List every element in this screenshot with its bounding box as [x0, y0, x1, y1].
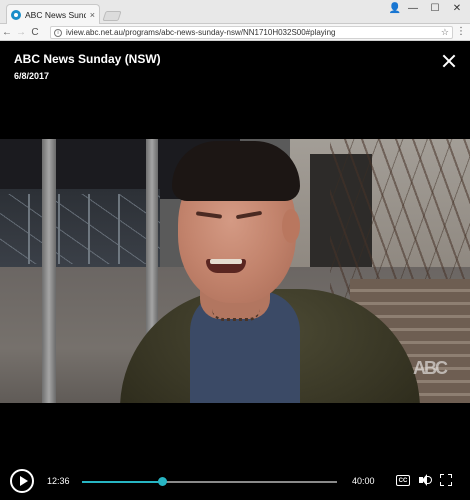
program-title: ABC News Sunday (NSW)	[14, 52, 161, 66]
minimize-window-button[interactable]: —	[402, 0, 424, 16]
current-time: 12:36	[47, 476, 70, 486]
program-date: 6/8/2017	[14, 71, 50, 81]
close-window-button[interactable]: ✕	[446, 0, 468, 16]
total-duration: 40:00	[352, 476, 375, 486]
back-arrow-icon[interactable]: ←	[0, 25, 14, 39]
video-frame[interactable]: ABC	[0, 139, 470, 403]
player-controls: 12:36 40:00 CC	[0, 459, 470, 500]
new-tab-button[interactable]	[102, 11, 122, 21]
progress-bar[interactable]	[82, 477, 337, 486]
video-scene	[0, 139, 470, 403]
close-player-icon[interactable]	[442, 54, 456, 68]
browser-tab[interactable]: ABC News Sunday (NSW ×	[6, 4, 100, 25]
abc-watermark-logo: ABC	[413, 358, 448, 378]
browser-tab-strip: ABC News Sunday (NSW × 👤 — ☐ ✕	[0, 0, 470, 25]
tab-title: ABC News Sunday (NSW	[25, 10, 86, 20]
reload-icon[interactable]: C	[28, 25, 42, 39]
closed-captions-button[interactable]: CC	[396, 475, 410, 486]
video-player: ABC News Sunday (NSW) 6/8/2017 ABC 12:36…	[0, 41, 470, 500]
site-info-icon[interactable]: i	[54, 28, 62, 37]
bookmark-star-icon[interactable]: ☆	[441, 27, 449, 38]
maximize-window-button[interactable]: ☐	[424, 0, 446, 16]
abc-iview-favicon-icon	[11, 10, 21, 20]
forward-arrow-icon[interactable]: →	[14, 25, 28, 39]
browser-menu-icon[interactable]: ⋮	[456, 26, 466, 38]
volume-icon[interactable]	[418, 473, 432, 487]
address-bar[interactable]: i iview.abc.net.au/programs/abc-news-sun…	[50, 26, 453, 39]
url-text[interactable]: iview.abc.net.au/programs/abc-news-sunda…	[66, 28, 441, 37]
play-button[interactable]	[10, 469, 34, 493]
tab-close-icon[interactable]: ×	[90, 10, 95, 20]
progress-scrubber-handle[interactable]	[158, 477, 168, 486]
browser-toolbar: ← → C i iview.abc.net.au/programs/abc-ne…	[0, 24, 470, 41]
progress-fill	[82, 481, 163, 483]
fullscreen-icon[interactable]	[440, 474, 452, 486]
